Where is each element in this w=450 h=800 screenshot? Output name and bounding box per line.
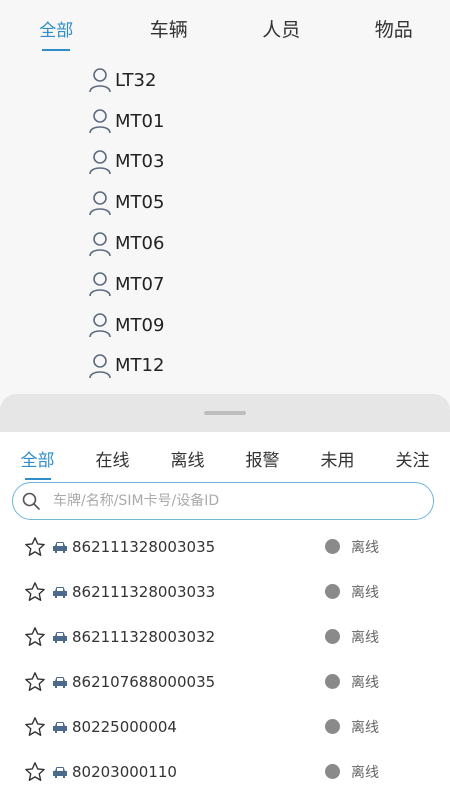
tab-vehicles[interactable]: 车辆 xyxy=(129,15,209,42)
tree-item[interactable]: MT05 xyxy=(88,182,388,223)
status-text: 离线 xyxy=(351,539,379,556)
filter-tab-online[interactable]: 在线 xyxy=(83,446,143,471)
car-icon xyxy=(53,721,67,733)
device-row[interactable]: 862111328003032 离线 xyxy=(0,614,450,659)
filter-tab-offline[interactable]: 离线 xyxy=(158,446,218,471)
person-icon xyxy=(89,231,111,256)
tree-item[interactable]: MT06 xyxy=(88,223,388,264)
star-icon[interactable] xyxy=(24,761,46,783)
search-box xyxy=(12,482,434,520)
star-icon[interactable] xyxy=(24,716,46,738)
status-text: 离线 xyxy=(351,719,379,736)
tree-item[interactable]: MT03 xyxy=(88,142,388,183)
status-dot xyxy=(325,674,340,689)
tree-item-label: MT05 xyxy=(115,192,165,214)
person-icon xyxy=(89,354,111,379)
tree-item[interactable]: MT09 xyxy=(88,305,388,346)
tree-item[interactable]: MT01 xyxy=(88,101,388,142)
car-icon xyxy=(53,676,67,688)
tree-item-label: MT03 xyxy=(115,151,165,173)
person-tree-list: LT32 MT01 MT03 MT05 MT06 MT07 MT09 MT12 xyxy=(88,60,388,386)
device-row[interactable]: 862111328003033 离线 xyxy=(0,569,450,614)
filter-tab-all[interactable]: 全部 xyxy=(8,446,68,471)
device-row[interactable]: 80203000110 离线 xyxy=(0,749,450,794)
star-icon[interactable] xyxy=(24,581,46,603)
person-icon xyxy=(89,272,111,297)
device-bottom-sheet: 全部 在线 离线 报警 未用 关注 862111328003035 离线 862… xyxy=(0,394,450,800)
tree-item[interactable]: LT32 xyxy=(88,60,388,101)
filter-tab-alarm[interactable]: 报警 xyxy=(233,446,293,471)
device-id: 862111328003035 xyxy=(72,537,216,556)
tree-item-label: LT32 xyxy=(115,69,157,91)
status-dot xyxy=(325,584,340,599)
device-id: 862111328003032 xyxy=(72,627,216,646)
star-icon[interactable] xyxy=(24,671,46,693)
filter-tab-unused[interactable]: 未用 xyxy=(308,446,368,471)
status-dot xyxy=(325,764,340,779)
status-text: 离线 xyxy=(351,629,379,646)
tree-item-label: MT06 xyxy=(115,233,165,255)
search-input[interactable] xyxy=(51,492,433,510)
status-filter-tabs: 全部 在线 离线 报警 未用 关注 xyxy=(0,436,450,480)
tree-item-label: MT01 xyxy=(115,110,165,132)
status-dot xyxy=(325,629,340,644)
device-id: 862111328003033 xyxy=(72,582,216,601)
status-text: 离线 xyxy=(351,764,379,781)
star-icon[interactable] xyxy=(24,536,46,558)
person-icon xyxy=(89,68,111,93)
status-text: 离线 xyxy=(351,674,379,691)
device-id: 862107688000035 xyxy=(72,672,216,691)
status-dot xyxy=(325,719,340,734)
status-text: 离线 xyxy=(351,584,379,601)
category-tabs: 全部 车辆 人员 物品 xyxy=(0,0,450,56)
sheet-header[interactable] xyxy=(0,394,450,432)
car-icon xyxy=(53,541,67,553)
tree-item-label: MT09 xyxy=(115,314,165,336)
tab-items[interactable]: 物品 xyxy=(354,15,434,42)
person-icon xyxy=(89,109,111,134)
tab-people[interactable]: 人员 xyxy=(241,15,321,42)
device-id: 80225000004 xyxy=(72,717,177,736)
device-row[interactable]: 80225000004 离线 xyxy=(0,704,450,749)
person-icon xyxy=(89,150,111,175)
tab-all[interactable]: 全部 xyxy=(16,16,96,41)
star-icon[interactable] xyxy=(24,626,46,648)
device-id: 80203000110 xyxy=(72,762,177,781)
device-row[interactable]: 862111328003035 离线 xyxy=(0,524,450,569)
person-icon xyxy=(89,313,111,338)
tree-item[interactable]: MT07 xyxy=(88,264,388,305)
device-list: 862111328003035 离线 862111328003033 离线 86… xyxy=(0,524,450,794)
tree-item-label: MT07 xyxy=(115,273,165,295)
tree-item-label: MT12 xyxy=(115,355,165,377)
tree-item[interactable]: MT12 xyxy=(88,346,388,387)
status-dot xyxy=(325,539,340,554)
device-row[interactable]: 862107688000035 离线 xyxy=(0,659,450,704)
drag-handle[interactable] xyxy=(204,411,246,415)
search-icon xyxy=(22,492,40,510)
car-icon xyxy=(53,631,67,643)
person-icon xyxy=(89,190,111,216)
car-icon xyxy=(53,766,67,778)
car-icon xyxy=(53,586,67,598)
filter-tab-followed[interactable]: 关注 xyxy=(383,446,443,471)
